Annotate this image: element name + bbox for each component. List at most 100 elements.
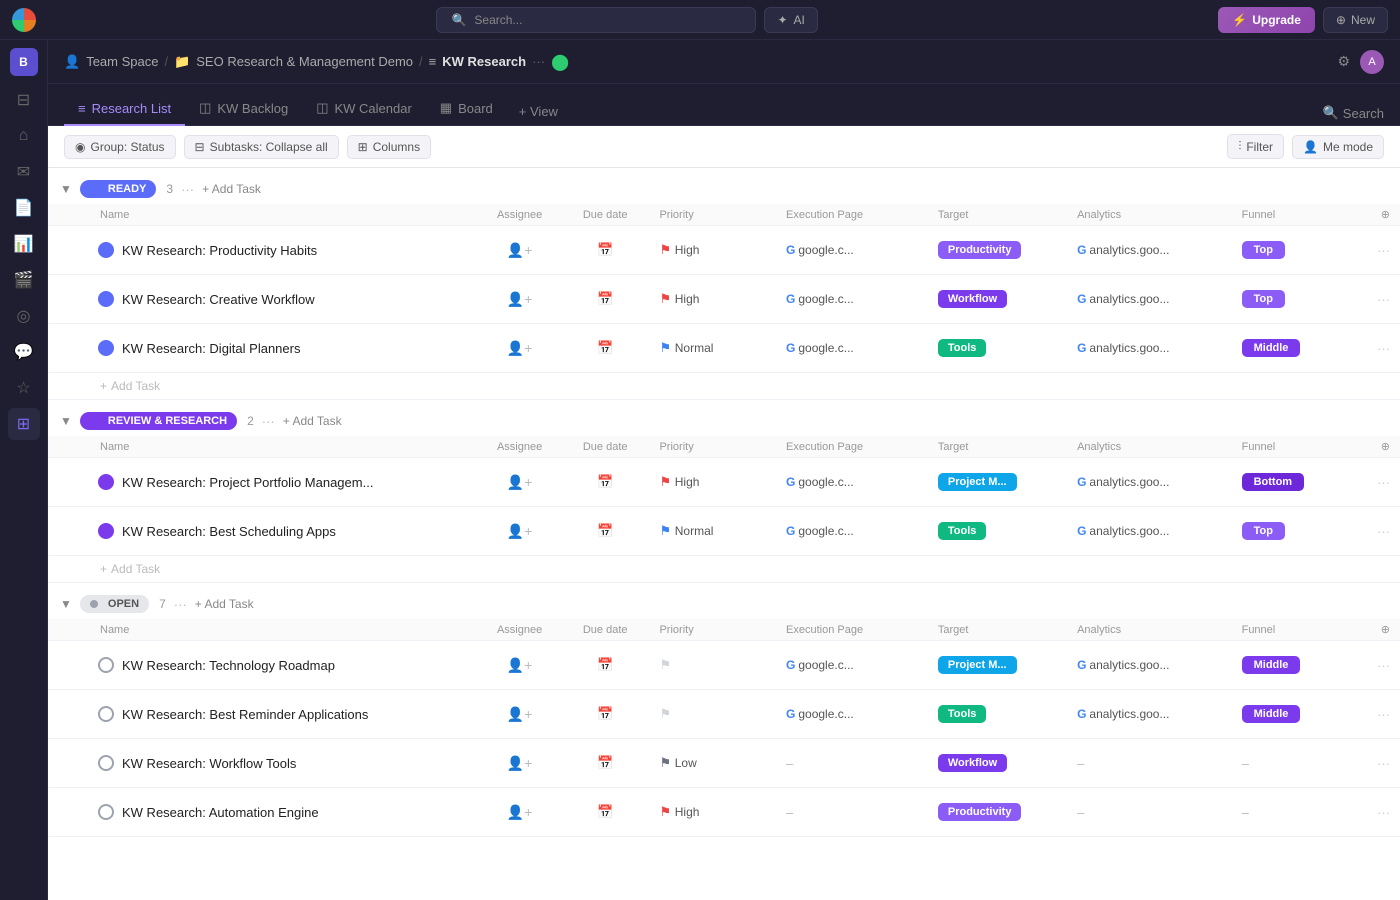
task-analytics[interactable]: Ganalytics.goo... [1067, 690, 1232, 739]
tab-kw-backlog[interactable]: ◫ KW Backlog [185, 92, 302, 126]
task-assignee[interactable]: 👤+ [478, 690, 561, 739]
task-assignee[interactable]: 👤+ [478, 458, 561, 507]
sidebar-item-integrations[interactable]: ◎ [8, 300, 40, 332]
breadcrumb-dots[interactable]: ··· [532, 54, 545, 69]
team-space-label[interactable]: Team Space [86, 54, 158, 69]
header-share-icon[interactable]: ⚙ [1337, 53, 1350, 70]
task-row-dots[interactable]: ··· [1358, 507, 1400, 556]
add-task-ready-inline-button[interactable]: +Add Task [100, 379, 1390, 393]
upgrade-button[interactable]: ⚡ Upgrade [1218, 7, 1315, 33]
task-row-dots[interactable]: ··· [1358, 690, 1400, 739]
task-execution-page[interactable]: Ggoogle.c... [776, 690, 928, 739]
task-execution-page[interactable]: Ggoogle.c... [776, 324, 928, 373]
tab-kw-calendar[interactable]: ◫ KW Calendar [302, 92, 426, 126]
add-task-open-button[interactable]: + Add Task [195, 597, 254, 611]
task-priority[interactable]: ⚑ High [649, 458, 776, 507]
task-assignee[interactable]: 👤+ [478, 788, 561, 837]
columns-button[interactable]: ⊞ Columns [347, 135, 431, 159]
global-search[interactable]: 🔍 Search... [436, 7, 756, 33]
task-assignee[interactable]: 👤+ [478, 226, 561, 275]
group-review-toggle[interactable]: ▼ [60, 414, 72, 428]
task-funnel[interactable]: Top [1232, 226, 1359, 275]
task-assignee[interactable]: 👤+ [478, 641, 561, 690]
task-row-dots[interactable]: ··· [1358, 324, 1400, 373]
task-execution-page[interactable]: – [776, 739, 928, 788]
task-name-label[interactable]: KW Research: Creative Workflow [122, 292, 315, 307]
new-button[interactable]: ⊕ New [1323, 7, 1388, 33]
task-status-icon[interactable] [98, 340, 114, 356]
task-status-icon[interactable] [98, 657, 114, 673]
task-execution-page[interactable]: Ggoogle.c... [776, 641, 928, 690]
task-due-date[interactable]: 📅 [561, 458, 650, 507]
task-execution-page[interactable]: Ggoogle.c... [776, 458, 928, 507]
task-row-dots[interactable]: ··· [1358, 226, 1400, 275]
task-execution-page[interactable]: – [776, 788, 928, 837]
task-due-date[interactable]: 📅 [561, 275, 650, 324]
task-target[interactable]: Productivity [928, 788, 1067, 837]
task-target[interactable]: Productivity [928, 226, 1067, 275]
task-row-dots[interactable]: ··· [1358, 641, 1400, 690]
tab-research-list[interactable]: ≡ Research List [64, 93, 185, 126]
add-task-ready-button[interactable]: + Add Task [202, 182, 261, 196]
workspace-avatar[interactable]: B [10, 48, 38, 76]
task-row-dots[interactable]: ··· [1358, 458, 1400, 507]
task-assignee[interactable]: 👤+ [478, 739, 561, 788]
task-due-date[interactable]: 📅 [561, 507, 650, 556]
task-name-label[interactable]: KW Research: Technology Roadmap [122, 658, 335, 673]
add-task-review-button[interactable]: + Add Task [283, 414, 342, 428]
sidebar-item-docs[interactable]: 📄 [8, 192, 40, 224]
tab-board[interactable]: ▦ Board [426, 92, 507, 126]
task-funnel[interactable]: – [1232, 739, 1359, 788]
task-name-label[interactable]: KW Research: Best Scheduling Apps [122, 524, 336, 539]
task-due-date[interactable]: 📅 [561, 690, 650, 739]
task-target[interactable]: Project M... [928, 641, 1067, 690]
task-status-icon[interactable] [98, 291, 114, 307]
task-name-label[interactable]: KW Research: Productivity Habits [122, 243, 317, 258]
add-view-button[interactable]: + View [507, 98, 570, 125]
task-due-date[interactable]: 📅 [561, 641, 650, 690]
task-analytics[interactable]: Ganalytics.goo... [1067, 275, 1232, 324]
group-review-dots[interactable]: ··· [262, 414, 275, 429]
task-assignee[interactable]: 👤+ [478, 507, 561, 556]
task-status-icon[interactable] [98, 523, 114, 539]
me-mode-button[interactable]: 👤 Me mode [1292, 135, 1384, 159]
task-analytics[interactable]: Ganalytics.goo... [1067, 324, 1232, 373]
sidebar-item-chat[interactable]: 💬 [8, 336, 40, 368]
task-priority[interactable]: ⚑ High [649, 788, 776, 837]
task-funnel[interactable]: Top [1232, 507, 1359, 556]
task-analytics[interactable]: Ganalytics.goo... [1067, 507, 1232, 556]
task-funnel[interactable]: Middle [1232, 324, 1359, 373]
add-task-review-inline-button[interactable]: +Add Task [100, 562, 1390, 576]
task-priority[interactable]: ⚑ High [649, 226, 776, 275]
task-priority[interactable]: ⚑ High [649, 275, 776, 324]
task-funnel[interactable]: Top [1232, 275, 1359, 324]
group-open-toggle[interactable]: ▼ [60, 597, 72, 611]
sidebar-item-inbox[interactable]: ✉ [8, 156, 40, 188]
task-analytics[interactable]: Ganalytics.goo... [1067, 226, 1232, 275]
task-priority[interactable]: ⚑ [649, 641, 776, 690]
sidebar-item-home[interactable]: ⌂ [8, 120, 40, 152]
sidebar-item-apps[interactable]: ⊞ [8, 408, 40, 440]
project-label[interactable]: SEO Research & Management Demo [196, 54, 413, 69]
sidebar-item-charts[interactable]: 📊 [8, 228, 40, 260]
task-execution-page[interactable]: Ggoogle.c... [776, 226, 928, 275]
task-funnel[interactable]: – [1232, 788, 1359, 837]
group-ready-dots[interactable]: ··· [181, 182, 194, 197]
task-status-icon[interactable] [98, 755, 114, 771]
subtasks-button[interactable]: ⊟ Subtasks: Collapse all [184, 135, 339, 159]
task-priority[interactable]: ⚑ [649, 690, 776, 739]
task-name-label[interactable]: KW Research: Digital Planners [122, 341, 300, 356]
task-name-label[interactable]: KW Research: Project Portfolio Managem..… [122, 475, 373, 490]
task-due-date[interactable]: 📅 [561, 226, 650, 275]
task-funnel[interactable]: Middle [1232, 641, 1359, 690]
task-priority[interactable]: ⚑ Low [649, 739, 776, 788]
task-execution-page[interactable]: Ggoogle.c... [776, 507, 928, 556]
task-target[interactable]: Tools [928, 324, 1067, 373]
task-priority[interactable]: ⚑ Normal [649, 507, 776, 556]
task-row-dots[interactable]: ··· [1358, 739, 1400, 788]
task-target[interactable]: Workflow [928, 739, 1067, 788]
task-name-label[interactable]: KW Research: Best Reminder Applications [122, 707, 368, 722]
sidebar-item-video[interactable]: 🎬 [8, 264, 40, 296]
search-tab-button[interactable]: 🔍 Search [1323, 105, 1384, 121]
task-status-icon[interactable] [98, 474, 114, 490]
